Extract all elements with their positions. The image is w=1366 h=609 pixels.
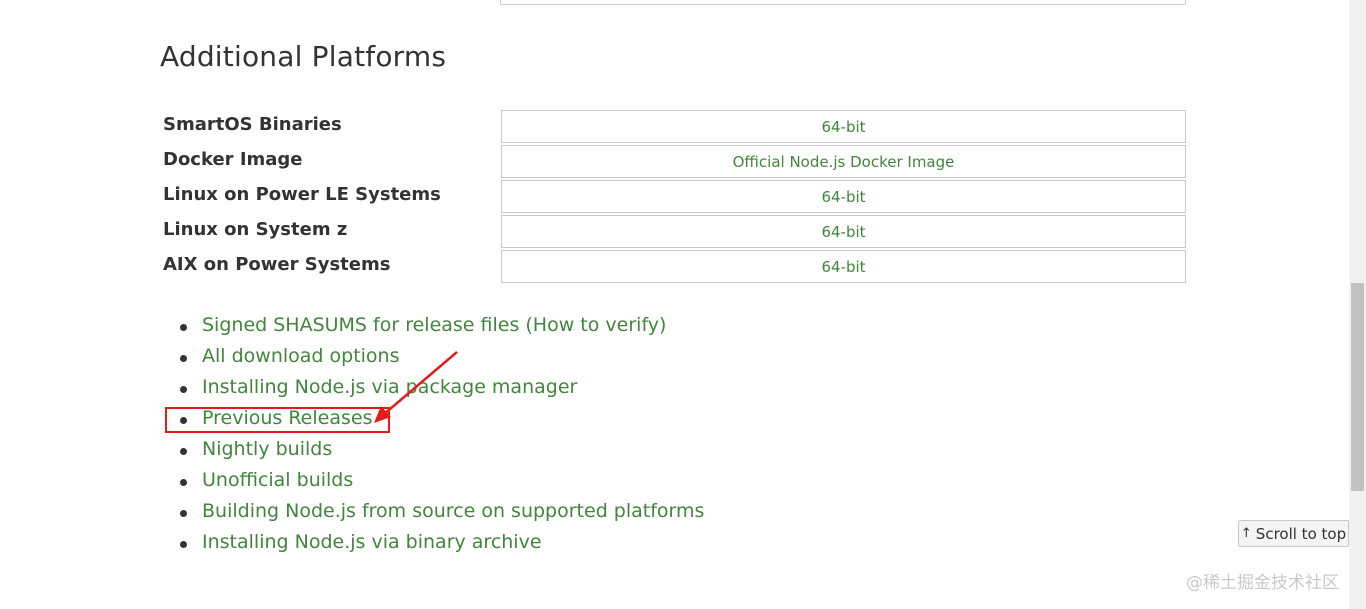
scroll-to-top-label: Scroll to top (1255, 524, 1347, 543)
watermark: @稀土掘金技术社区 (1186, 573, 1339, 593)
scrollbar-thumb[interactable] (1351, 283, 1364, 491)
scroll-to-top-button[interactable]: ↑ Scroll to top (1238, 520, 1349, 547)
annotation-arrow-icon (374, 351, 458, 423)
arrow-up-icon: ↑ (1240, 526, 1252, 541)
